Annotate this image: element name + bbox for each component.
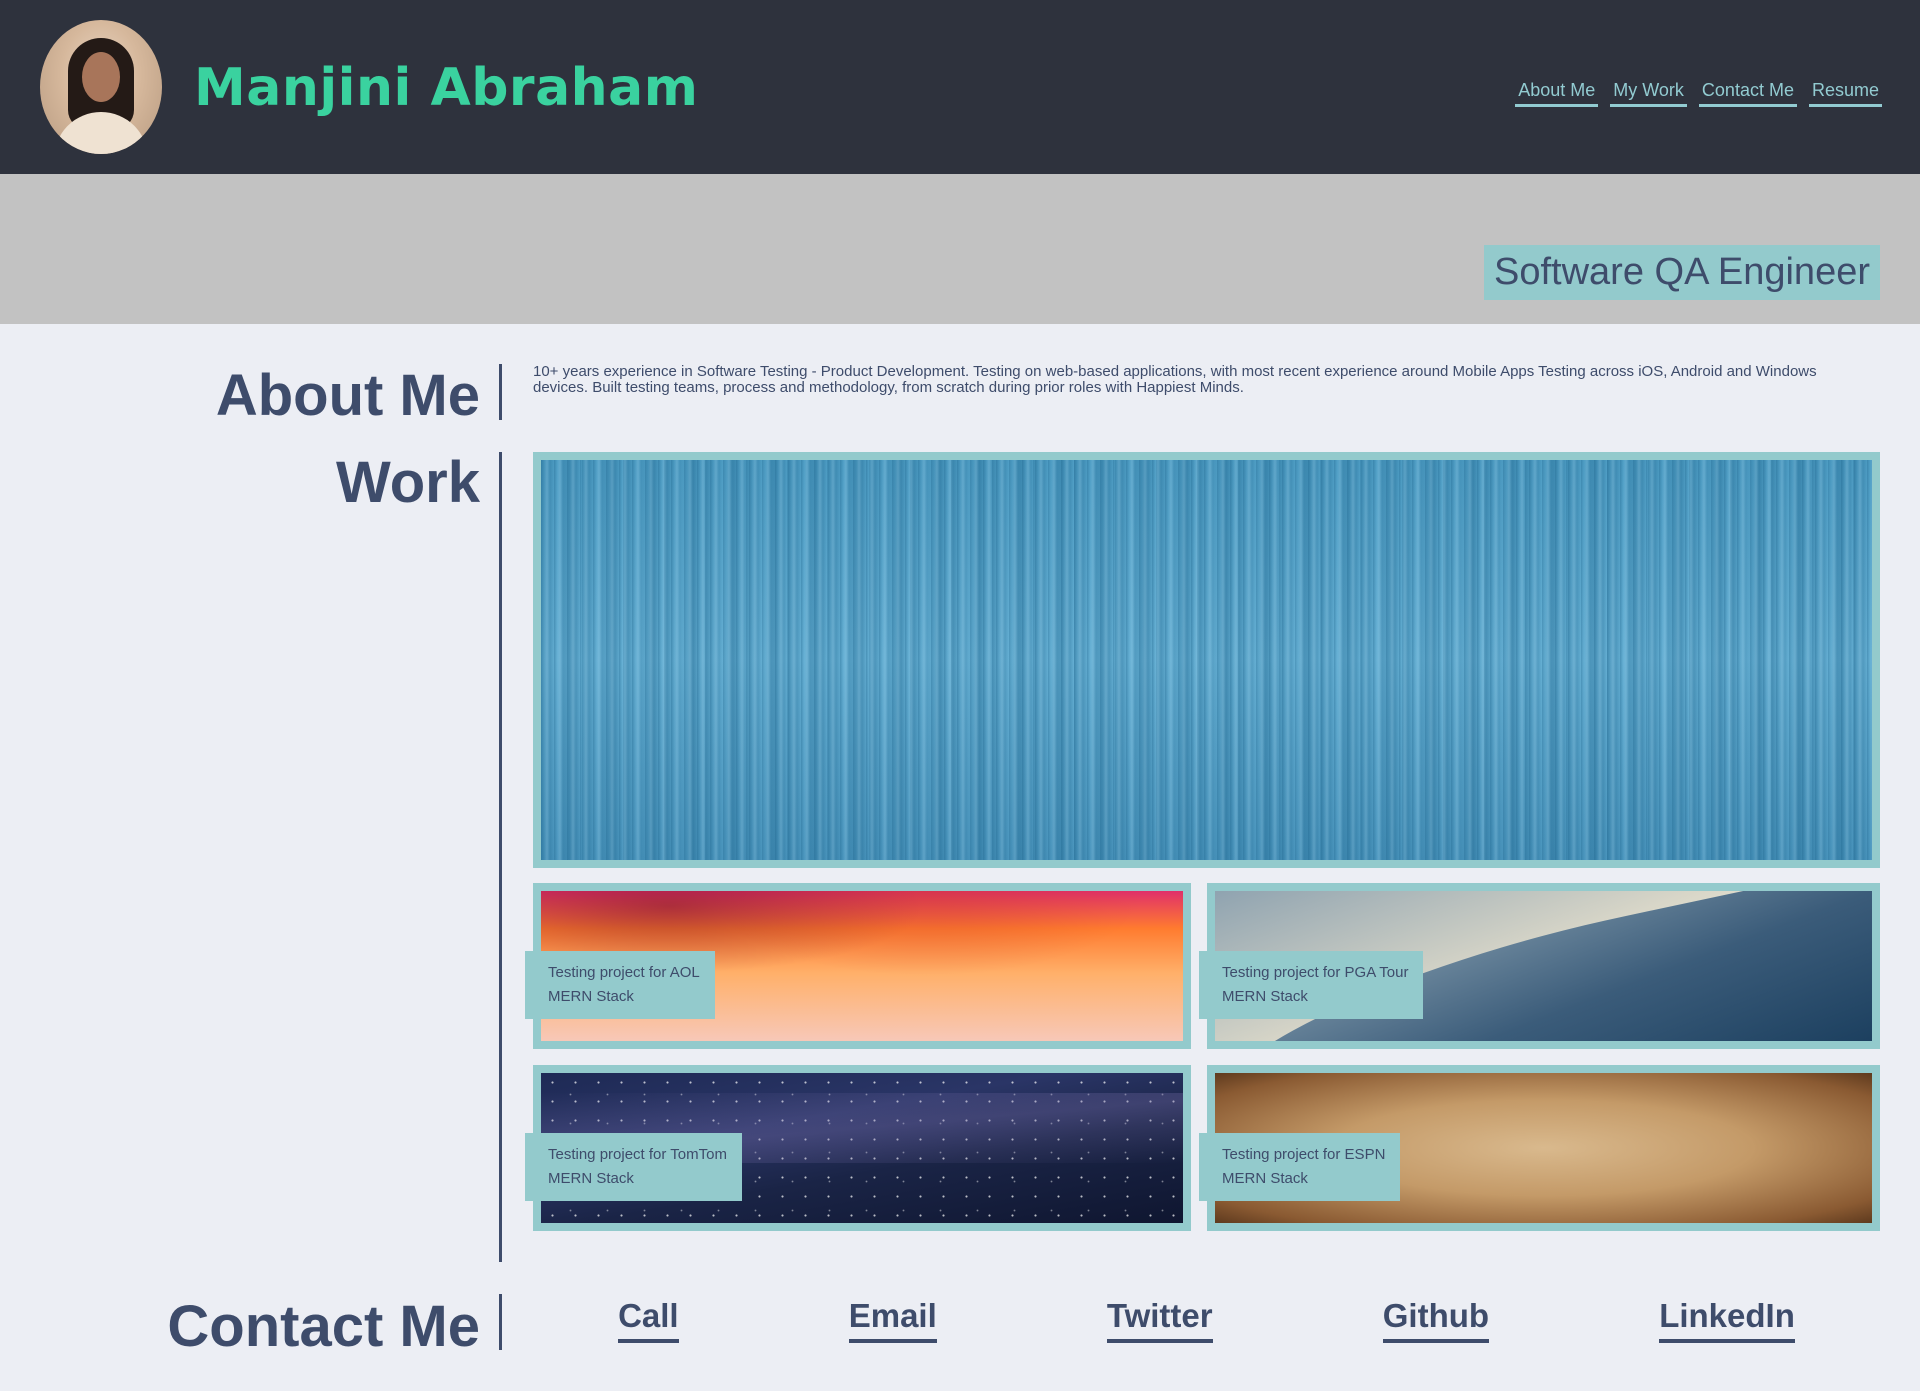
project-stack: MERN Stack [1222, 988, 1308, 1005]
contact-twitter-link[interactable]: Twitter [1106, 1297, 1213, 1343]
contact-call-link[interactable]: Call [618, 1297, 679, 1343]
about-heading: About Me [215, 363, 480, 428]
contact-heading: Contact Me [167, 1294, 480, 1359]
hero-banner: Software QA Engineer [0, 174, 1920, 324]
project-label-pga-tour: Testing project for PGA Tour MERN Stack [1199, 951, 1424, 1019]
project-card-pga-tour[interactable]: Testing project for PGA Tour MERN Stack [1199, 883, 1880, 1049]
site-title: Manjini Abraham [194, 58, 699, 118]
project-title: Testing project for ESPN [1222, 1146, 1386, 1163]
contact-links: Call Email Twitter Github LinkedIn [533, 1297, 1880, 1343]
project-label-aol: Testing project for AOL MERN Stack [525, 951, 715, 1019]
contact-github-link[interactable]: Github [1382, 1297, 1490, 1343]
project-label-tomtom: Testing project for TomTom MERN Stack [525, 1133, 742, 1201]
project-stack: MERN Stack [548, 988, 634, 1005]
site-header: Manjini Abraham About Me My Work Contact… [0, 0, 1920, 174]
project-card-aol[interactable]: Testing project for AOL MERN Stack [525, 883, 1191, 1049]
project-card-espn[interactable]: Testing project for ESPN MERN Stack [1199, 1065, 1880, 1231]
contact-divider [499, 1294, 502, 1350]
contact-email-link[interactable]: Email [848, 1297, 937, 1343]
nav-about-me[interactable]: About Me [1515, 80, 1599, 107]
project-title: Testing project for PGA Tour [1222, 964, 1409, 981]
project-stack: MERN Stack [1222, 1170, 1308, 1187]
featured-project-image [541, 460, 1872, 860]
work-heading: Work [336, 450, 480, 515]
contact-linkedin-link[interactable]: LinkedIn [1659, 1297, 1795, 1343]
project-title: Testing project for TomTom [548, 1146, 727, 1163]
role-title: Software QA Engineer [1484, 245, 1880, 300]
nav-contact-me[interactable]: Contact Me [1698, 80, 1797, 107]
nav-my-work[interactable]: My Work [1610, 80, 1687, 107]
project-title: Testing project for AOL [548, 964, 700, 981]
about-text: 10+ years experience in Software Testing… [533, 363, 1817, 396]
featured-project-card[interactable] [533, 452, 1880, 868]
project-stack: MERN Stack [548, 1170, 634, 1187]
project-card-tomtom[interactable]: Testing project for TomTom MERN Stack [525, 1065, 1191, 1231]
work-divider [499, 452, 502, 1262]
nav-resume[interactable]: Resume [1808, 80, 1882, 107]
project-label-espn: Testing project for ESPN MERN Stack [1199, 1133, 1401, 1201]
main-nav: About Me My Work Contact Me Resume [1515, 80, 1882, 107]
about-divider [499, 364, 502, 420]
profile-avatar [40, 20, 162, 154]
